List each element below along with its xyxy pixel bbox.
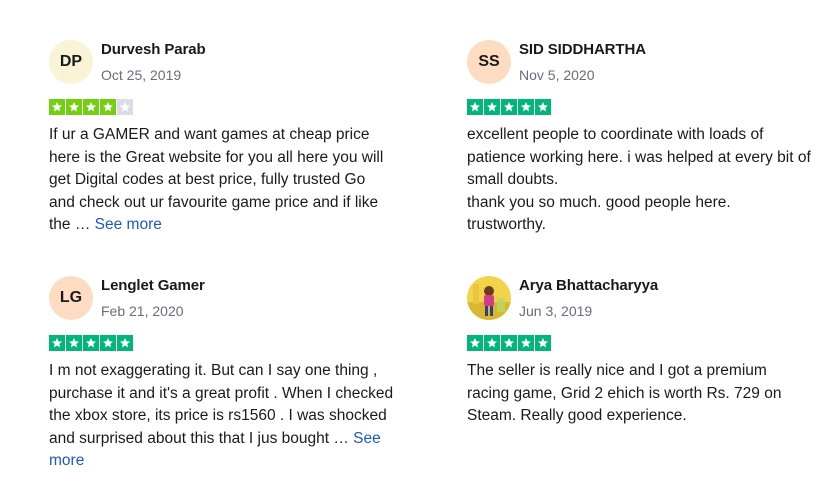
reviewer-name[interactable]: Durvesh Parab — [101, 41, 206, 59]
reviewer-name[interactable]: Arya Bhattacharyya — [519, 277, 658, 295]
star-filled-icon — [117, 335, 133, 351]
review-date: Oct 25, 2019 — [101, 66, 182, 83]
star-filled-icon — [83, 335, 99, 351]
review-date: Feb 21, 2020 — [101, 302, 184, 319]
star-rating — [467, 335, 812, 351]
review-date: Jun 3, 2019 — [519, 302, 593, 319]
star-filled-icon — [501, 99, 517, 115]
review-header: SS SID SIDDHARTHA Nov 5, 2020 — [467, 37, 812, 87]
review-card: DP Durvesh Parab Oct 25, 2019 If ur a GA… — [49, 37, 394, 237]
star-filled-icon — [535, 99, 551, 115]
star-filled-icon — [484, 335, 500, 351]
review-header: Arya Bhattacharyya Jun 3, 2019 — [467, 273, 812, 323]
review-text: I m not exaggerating it. But can I say o… — [49, 360, 394, 473]
reviewer-name[interactable]: Lenglet Gamer — [101, 277, 205, 295]
review-text: excellent people to coordinate with load… — [467, 124, 812, 237]
star-filled-icon — [100, 335, 116, 351]
star-filled-icon — [49, 335, 65, 351]
review-card: LG Lenglet Gamer Feb 21, 2020 I m not ex… — [49, 273, 394, 473]
star-filled-icon — [66, 335, 82, 351]
avatar[interactable]: DP — [49, 40, 93, 84]
star-filled-icon — [100, 99, 116, 115]
review-text: If ur a GAMER and want games at cheap pr… — [49, 124, 394, 237]
star-empty-icon — [117, 99, 133, 115]
review-text: The seller is really nice and I got a pr… — [467, 360, 812, 428]
review-body: The seller is really nice and I got a pr… — [467, 362, 782, 424]
reviewer-name[interactable]: SID SIDDHARTHA — [519, 41, 646, 59]
review-body: thank you so much. good people here. tru… — [467, 193, 731, 234]
star-filled-icon — [467, 335, 483, 351]
review-header: LG Lenglet Gamer Feb 21, 2020 — [49, 273, 394, 323]
avatar[interactable]: LG — [49, 276, 93, 320]
star-filled-icon — [484, 99, 500, 115]
review-card: SS SID SIDDHARTHA Nov 5, 2020 excellent … — [467, 37, 812, 237]
star-rating — [49, 99, 394, 115]
avatar[interactable]: SS — [467, 40, 511, 84]
star-filled-icon — [66, 99, 82, 115]
avatar[interactable] — [467, 276, 511, 320]
avatar-photo — [467, 276, 511, 320]
star-rating — [467, 99, 812, 115]
star-filled-icon — [501, 335, 517, 351]
star-filled-icon — [518, 335, 534, 351]
star-filled-icon — [518, 99, 534, 115]
star-filled-icon — [83, 99, 99, 115]
review-body: I m not exaggerating it. But can I say o… — [49, 362, 394, 447]
review-body: excellent people to coordinate with load… — [467, 126, 811, 188]
star-filled-icon — [535, 335, 551, 351]
review-date: Nov 5, 2020 — [519, 66, 595, 83]
see-more-link[interactable]: See more — [95, 216, 162, 233]
review-header: DP Durvesh Parab Oct 25, 2019 — [49, 37, 394, 87]
star-filled-icon — [467, 99, 483, 115]
review-card: Arya Bhattacharyya Jun 3, 2019 The selle… — [467, 273, 812, 428]
star-filled-icon — [49, 99, 65, 115]
star-rating — [49, 335, 394, 351]
